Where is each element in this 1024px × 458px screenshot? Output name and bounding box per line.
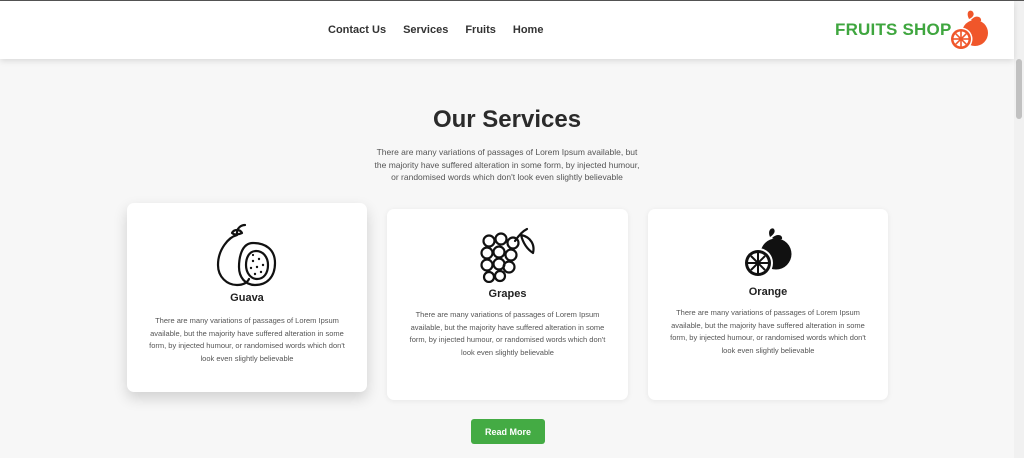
card-title: Orange (748, 286, 788, 298)
orange-icon (743, 228, 792, 278)
orange-logo-icon[interactable] (945, 9, 991, 51)
scrollbar-thumb[interactable] (1016, 59, 1022, 119)
grapes-icon (480, 227, 535, 283)
main-nav: Contact Us Services Fruits Home (328, 1, 560, 59)
service-card-grapes[interactable]: Grapes There are many variations of pass… (387, 209, 628, 400)
read-more-button[interactable]: Read More (471, 419, 545, 444)
site-header: Contact Us Services Fruits Home FRUITS S… (0, 1, 1014, 59)
section-title: Our Services (432, 106, 582, 133)
nav-link-contact-us[interactable]: Contact Us (328, 24, 386, 36)
card-text: There are many variations of passages of… (670, 308, 866, 355)
brand-name[interactable]: FRUITS SHOP (835, 20, 952, 40)
card-title: Guava (230, 292, 264, 304)
nav-link-fruits[interactable]: Fruits (465, 24, 496, 36)
nav-link-home[interactable]: Home (513, 24, 544, 36)
page-scrollbar[interactable] (1014, 1, 1024, 458)
card-text: There are many variations of passages of… (149, 316, 345, 363)
guava-icon (216, 223, 277, 287)
section-description: There are many variations of passages of… (374, 147, 640, 182)
nav-link-services[interactable]: Services (403, 24, 448, 36)
service-card-orange[interactable]: Orange There are many variations of pass… (648, 209, 888, 400)
card-text: There are many variations of passages of… (409, 310, 606, 357)
service-card-guava[interactable]: Guava There are many variations of passa… (127, 203, 367, 392)
card-title: Grapes (488, 288, 527, 300)
